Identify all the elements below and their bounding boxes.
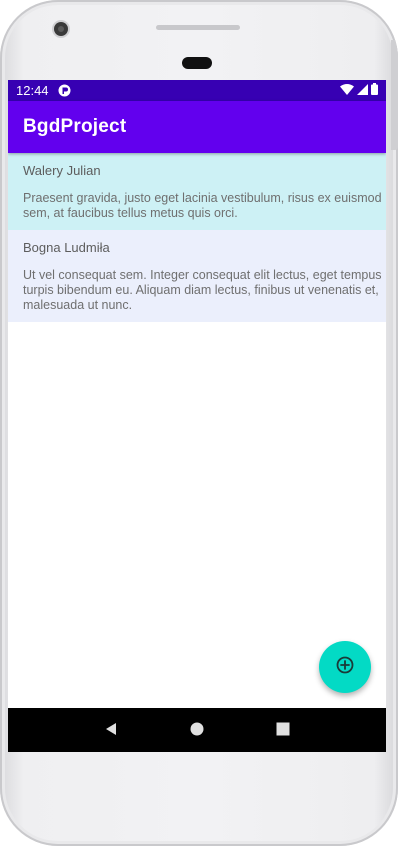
list-item[interactable]: Walery Julian Praesent gravida, justo eg…	[8, 153, 386, 230]
status-bar: 12:44	[8, 80, 386, 101]
earpiece-speaker	[156, 25, 240, 30]
note-body-line: malesuada ut nunc.	[23, 298, 133, 312]
status-time: 12:44	[16, 83, 49, 98]
home-button[interactable]	[182, 715, 212, 745]
note-body: Ut vel consequat sem. Integer consequat …	[23, 268, 386, 313]
note-body: Praesent gravida, justo eget lacinia ves…	[23, 191, 386, 221]
add-circle-icon	[336, 656, 354, 678]
home-icon	[190, 721, 204, 740]
notes-list: Walery Julian Praesent gravida, justo eg…	[8, 153, 386, 322]
battery-icon	[371, 83, 378, 98]
device-screen: 12:44 BgdProject Walery Julian Praesent …	[8, 80, 386, 752]
list-item[interactable]: Bogna Ludmiła Ut vel consequat sem. Inte…	[8, 230, 386, 322]
back-button[interactable]	[96, 715, 126, 745]
device-frame: 12:44 BgdProject Walery Julian Praesent …	[0, 0, 398, 846]
back-icon	[104, 721, 118, 740]
proximity-sensor	[182, 57, 212, 69]
note-title: Walery Julian	[23, 163, 101, 178]
note-body-line: Ut vel consequat sem. Integer consequat …	[23, 268, 382, 282]
note-title: Bogna Ludmiła	[23, 240, 110, 255]
wifi-icon	[340, 83, 354, 98]
note-body-line: turpis bibendum eu. Aliquam diam lectus,…	[23, 283, 379, 297]
add-note-fab[interactable]	[319, 641, 371, 693]
navigation-bar	[8, 708, 386, 752]
power-button	[391, 40, 398, 150]
app-bar: BgdProject	[8, 101, 386, 153]
recents-icon	[276, 721, 290, 740]
recents-button[interactable]	[268, 715, 298, 745]
status-icons	[340, 83, 378, 98]
note-body-line: Praesent gravida, justo eget lacinia ves…	[23, 191, 382, 205]
front-camera	[54, 22, 68, 36]
notification-app-icon	[58, 84, 71, 97]
app-title: BgdProject	[23, 116, 127, 137]
note-body-line: sem, at faucibus tellus metus quis orci.	[23, 206, 238, 220]
signal-icon	[357, 83, 368, 98]
